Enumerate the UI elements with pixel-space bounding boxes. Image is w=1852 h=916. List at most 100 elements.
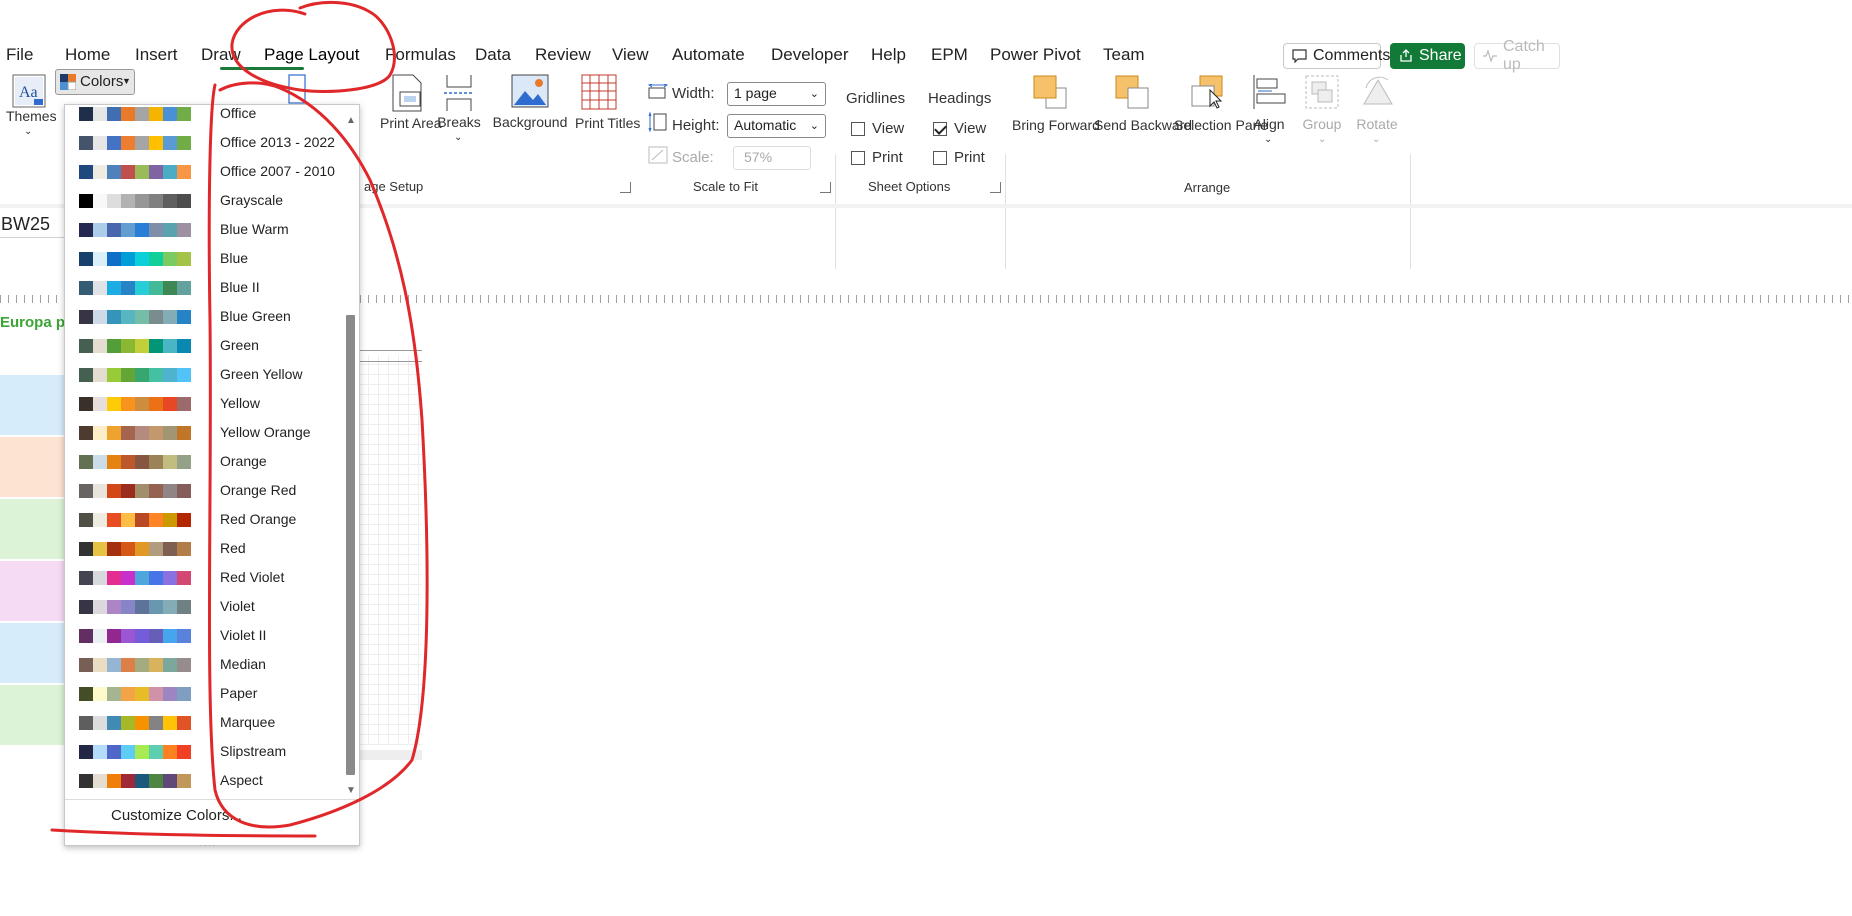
color-scheme-item[interactable]: Blue Warm bbox=[65, 216, 340, 245]
height-select[interactable]: Automatic ⌄ bbox=[727, 114, 826, 138]
print-titles-button[interactable]: Print Titles bbox=[575, 74, 640, 169]
scroll-up-icon[interactable]: ▲ bbox=[346, 115, 356, 126]
tab-insert[interactable]: Insert bbox=[135, 45, 178, 65]
print-titles-icon bbox=[581, 74, 617, 110]
color-scheme-item[interactable]: Paper bbox=[65, 680, 340, 709]
page-setup-dialog-launcher[interactable] bbox=[620, 182, 631, 193]
sheet-band bbox=[0, 499, 64, 559]
chevron-down-icon: ⌄ bbox=[1264, 134, 1273, 145]
color-swatch bbox=[135, 223, 149, 237]
align-button[interactable]: Align ⌄ bbox=[1246, 74, 1292, 172]
sheet-footer-row bbox=[358, 750, 422, 760]
menu-scrollbar[interactable]: ▲ ▼ bbox=[346, 115, 356, 798]
breaks-button[interactable]: Breaks ⌄ bbox=[434, 74, 484, 169]
tab-home[interactable]: Home bbox=[65, 45, 110, 65]
color-scheme-item[interactable]: Red Orange bbox=[65, 506, 340, 535]
color-scheme-item[interactable]: Blue bbox=[65, 245, 340, 274]
tab-draw[interactable]: Draw bbox=[201, 45, 241, 65]
color-swatch bbox=[79, 745, 93, 759]
color-swatch bbox=[177, 252, 191, 266]
color-scheme-item[interactable]: Violet II bbox=[65, 622, 340, 651]
color-scheme-item[interactable]: Red Violet bbox=[65, 564, 340, 593]
name-box[interactable]: BW25 bbox=[0, 210, 64, 238]
tab-page-layout[interactable]: Page Layout bbox=[264, 45, 359, 65]
sheet-band bbox=[0, 623, 64, 683]
send-backward-button[interactable]: Send Backward bbox=[1094, 74, 1192, 172]
color-scheme-item[interactable]: Orange Red bbox=[65, 477, 340, 506]
tab-view[interactable]: View bbox=[612, 45, 649, 65]
scroll-down-icon[interactable]: ▼ bbox=[346, 785, 356, 796]
tab-epm[interactable]: EPM bbox=[931, 45, 968, 65]
tab-team[interactable]: Team bbox=[1103, 45, 1145, 65]
height-value: Automatic bbox=[734, 117, 797, 133]
width-select[interactable]: 1 page ⌄ bbox=[727, 82, 826, 106]
tab-data[interactable]: Data bbox=[475, 45, 511, 65]
tab-power-pivot[interactable]: Power Pivot bbox=[990, 45, 1081, 65]
scale-label: Scale: bbox=[672, 149, 714, 166]
color-scheme-item[interactable]: Grayscale bbox=[65, 187, 340, 216]
color-swatch bbox=[135, 426, 149, 440]
color-swatch bbox=[135, 687, 149, 701]
color-scheme-item[interactable]: Orange bbox=[65, 448, 340, 477]
scrollbar-thumb[interactable] bbox=[346, 315, 355, 775]
svg-text:Aa: Aa bbox=[19, 84, 38, 101]
rotate-button[interactable]: Rotate ⌄ bbox=[1352, 74, 1402, 172]
color-swatch-strip bbox=[79, 571, 191, 585]
catch-up-button[interactable]: Catch up bbox=[1474, 38, 1560, 73]
color-swatch bbox=[149, 281, 163, 295]
selection-pane-button[interactable]: Selection Pane bbox=[1174, 74, 1268, 172]
resize-grip-icon[interactable]: .... bbox=[200, 839, 217, 848]
color-swatch bbox=[79, 426, 93, 440]
color-scheme-item[interactable]: Aspect bbox=[65, 767, 340, 796]
color-scheme-item[interactable]: Office bbox=[65, 100, 340, 129]
color-swatch bbox=[107, 223, 121, 237]
color-scheme-item[interactable]: Blue II bbox=[65, 274, 340, 303]
tab-formulas[interactable]: Formulas bbox=[385, 45, 456, 65]
color-scheme-item[interactable]: Office 2007 - 2010 bbox=[65, 158, 340, 187]
tab-file[interactable]: File bbox=[6, 45, 33, 65]
color-scheme-item[interactable]: Blue Green bbox=[65, 303, 340, 332]
tab-review[interactable]: Review bbox=[535, 45, 591, 65]
color-scheme-item[interactable]: Marquee bbox=[65, 709, 340, 738]
color-scheme-item[interactable]: Median bbox=[65, 651, 340, 680]
color-swatch bbox=[149, 513, 163, 527]
color-swatch-strip bbox=[79, 107, 191, 121]
color-swatch bbox=[177, 687, 191, 701]
gridlines-print-checkbox[interactable] bbox=[851, 151, 865, 165]
group-button[interactable]: Group ⌄ bbox=[1296, 74, 1348, 172]
color-scheme-item[interactable]: Office 2013 - 2022 bbox=[65, 129, 340, 158]
color-swatch bbox=[79, 542, 93, 556]
color-swatch bbox=[79, 716, 93, 730]
customize-colors-item[interactable]: Customize Colors... bbox=[111, 807, 242, 824]
sheet-options-group-label: Sheet Options bbox=[868, 179, 951, 194]
bring-forward-button[interactable]: Bring Forward bbox=[1012, 74, 1100, 172]
color-scheme-item[interactable]: Yellow bbox=[65, 390, 340, 419]
headings-view-checkbox[interactable] bbox=[933, 122, 947, 136]
colors-button[interactable]: Colors ▼ bbox=[55, 69, 135, 95]
color-swatch bbox=[177, 455, 191, 469]
comments-button[interactable]: Comments bbox=[1283, 43, 1390, 69]
color-scheme-item[interactable]: Slipstream bbox=[65, 738, 340, 767]
themes-button[interactable]: Aa Themes ⌄ bbox=[6, 74, 57, 137]
background-button[interactable]: Background bbox=[490, 74, 570, 169]
color-swatch bbox=[135, 252, 149, 266]
color-scheme-item[interactable]: Red bbox=[65, 535, 340, 564]
color-swatch-strip bbox=[79, 455, 191, 469]
color-swatch bbox=[163, 542, 177, 556]
pulse-icon bbox=[1483, 50, 1497, 62]
headings-print-checkbox[interactable] bbox=[933, 151, 947, 165]
scale-input[interactable]: 57% bbox=[733, 146, 811, 170]
gridlines-view-checkbox[interactable] bbox=[851, 122, 865, 136]
scale-dialog-launcher[interactable] bbox=[820, 182, 831, 193]
tab-developer[interactable]: Developer bbox=[771, 45, 849, 65]
print-area-button[interactable]: Print Area bbox=[380, 74, 441, 169]
tab-automate[interactable]: Automate bbox=[672, 45, 745, 65]
sheet-options-dialog-launcher[interactable] bbox=[990, 182, 1001, 193]
share-button[interactable]: Share ▼ bbox=[1390, 43, 1478, 69]
color-scheme-item[interactable]: Violet bbox=[65, 593, 340, 622]
tab-help[interactable]: Help bbox=[871, 45, 906, 65]
color-scheme-item[interactable]: Yellow Orange bbox=[65, 419, 340, 448]
color-scheme-item[interactable]: Green Yellow bbox=[65, 361, 340, 390]
color-scheme-item[interactable]: Green bbox=[65, 332, 340, 361]
color-swatch bbox=[135, 194, 149, 208]
